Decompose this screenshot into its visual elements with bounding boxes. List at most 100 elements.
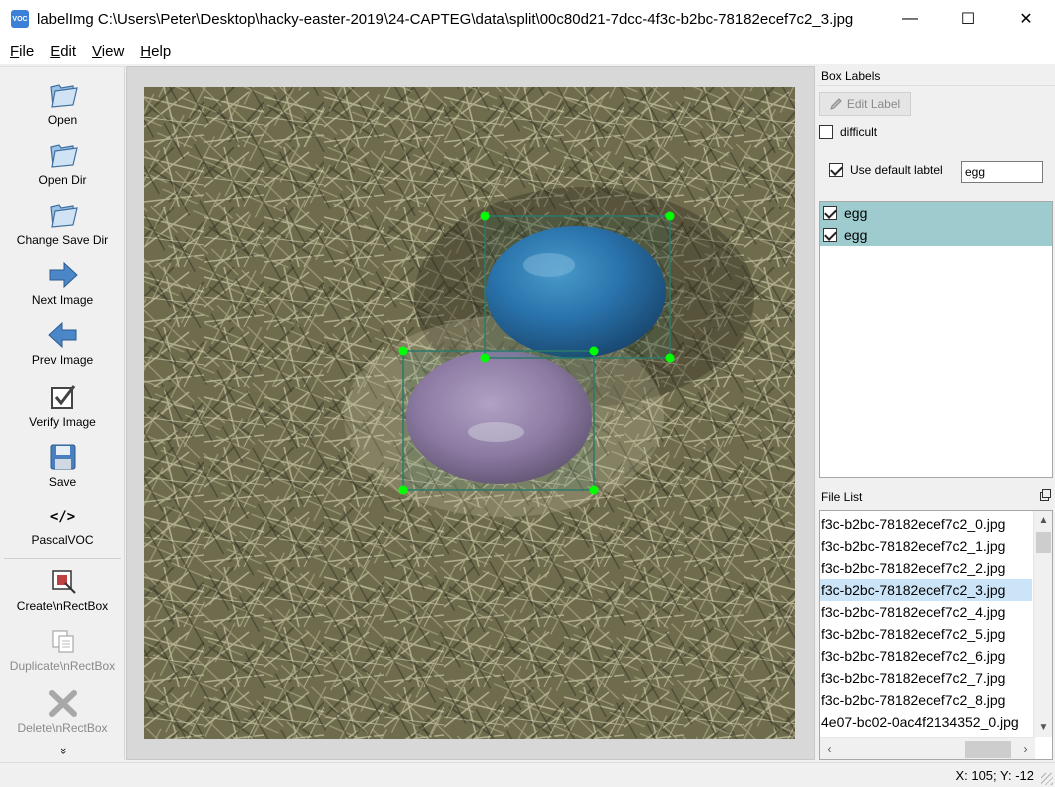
label-list-item[interactable]: egg [820, 202, 1052, 224]
label-list[interactable]: egg egg [819, 201, 1053, 478]
bounding-box-egg-1[interactable] [484, 215, 671, 359]
menu-edit[interactable]: Edit [42, 43, 84, 60]
maximize-button[interactable]: ☐ [939, 0, 997, 38]
toolbar-separator [4, 558, 121, 559]
folder-open-icon [49, 144, 78, 168]
use-default-label-checkbox[interactable]: Use default labtel [829, 163, 943, 177]
duplicate-rectbox-label: Duplicate\nRectBox [9, 659, 116, 673]
file-list[interactable]: f3c-b2bc-78182ecef7c2_0.jpg f3c-b2bc-781… [819, 510, 1053, 760]
file-list-item[interactable]: f3c-b2bc-78182ecef7c2_0.jpg [820, 513, 1032, 535]
open-dir-button[interactable]: Open Dir [0, 139, 125, 187]
menu-file[interactable]: File [2, 43, 42, 60]
handle [589, 485, 599, 495]
default-label-input[interactable] [961, 161, 1043, 183]
change-save-dir-button[interactable]: Change Save Dir [0, 199, 125, 247]
file-list-item[interactable]: f3c-b2bc-78182ecef7c2_6.jpg [820, 645, 1032, 667]
file-list-title: File List [817, 486, 1055, 508]
window-title: labelImg C:\Users\Peter\Desktop\hacky-ea… [37, 10, 854, 28]
handle [589, 346, 599, 356]
delete-rectbox-button[interactable]: Delete\nRectBox [0, 687, 125, 735]
create-rectbox-button[interactable]: Create\nRectBox [0, 565, 125, 613]
nest-photo [144, 87, 795, 739]
file-list-item[interactable]: f3c-b2bc-78182ecef7c2_7.jpg [820, 667, 1032, 689]
file-list-rows: f3c-b2bc-78182ecef7c2_0.jpg f3c-b2bc-781… [820, 513, 1032, 733]
handle [480, 353, 490, 363]
title-bar: VOC labelImg C:\Users\Peter\Desktop\hack… [0, 0, 1055, 38]
duplicate-rectbox-button[interactable]: Duplicate\nRectBox [0, 625, 125, 673]
delete-x-icon [48, 690, 77, 717]
open-button[interactable]: Open [0, 79, 125, 127]
vertical-scrollbar[interactable]: ▲ ▼ [1033, 511, 1052, 737]
label-checkbox[interactable] [823, 228, 837, 242]
use-default-label-checkbox-box[interactable] [829, 163, 843, 177]
bounding-box-egg-2[interactable] [402, 350, 595, 491]
use-default-label-text: Use default labtel [850, 163, 943, 177]
copy-icon [52, 630, 73, 653]
edit-label-text: Edit Label [846, 97, 901, 111]
folder-open-icon [49, 84, 78, 108]
scroll-down-icon[interactable]: ▼ [1034, 718, 1052, 737]
format-toggle-button[interactable]: </> PascalVOC [0, 505, 125, 547]
horizontal-scrollbar[interactable]: ‹ › [820, 737, 1035, 759]
save-button[interactable]: Save [0, 441, 125, 489]
scroll-left-icon[interactable]: ‹ [820, 738, 839, 759]
label-text: egg [844, 227, 868, 243]
image-canvas[interactable] [126, 66, 815, 760]
pencil-icon [830, 98, 842, 110]
right-dock: Box Labels Edit Label difficult Use defa… [817, 66, 1055, 760]
difficult-label: difficult [840, 125, 878, 139]
resize-grip-icon[interactable] [1041, 773, 1053, 785]
handle [398, 346, 408, 356]
horizontal-scroll-thumb[interactable] [965, 741, 1011, 758]
undock-icon[interactable] [1040, 489, 1051, 501]
format-label: PascalVOC [31, 533, 94, 547]
menu-help[interactable]: Help [132, 43, 179, 60]
difficult-checkbox-box[interactable] [819, 125, 833, 139]
close-button[interactable]: ✕ [997, 0, 1055, 38]
handle [398, 485, 408, 495]
file-list-item-selected[interactable]: f3c-b2bc-78182ecef7c2_3.jpg [820, 579, 1032, 601]
file-list-item[interactable]: f3c-b2bc-78182ecef7c2_8.jpg [820, 689, 1032, 711]
file-list-item[interactable]: f3c-b2bc-78182ecef7c2_4.jpg [820, 601, 1032, 623]
file-list-item[interactable]: 4e07-bc02-0ac4f2134352_0.jpg [820, 711, 1032, 733]
handle [665, 353, 675, 363]
vertical-scroll-thumb[interactable] [1036, 532, 1051, 553]
menu-view[interactable]: View [84, 43, 132, 60]
next-image-button[interactable]: Next Image [0, 259, 125, 307]
toolbar: Open Open Dir Change Save Dir Next Image… [0, 66, 125, 760]
label-list-item[interactable]: egg [820, 224, 1052, 246]
file-list-item[interactable]: f3c-b2bc-78182ecef7c2_2.jpg [820, 557, 1032, 579]
scroll-right-icon[interactable]: › [1016, 738, 1035, 759]
open-label: Open [47, 113, 78, 127]
folder-open-icon [49, 204, 78, 228]
arrow-left-icon [47, 321, 76, 349]
prev-image-label: Prev Image [31, 353, 94, 367]
toolbar-more-icon[interactable]: » [57, 745, 69, 757]
handle [480, 211, 490, 221]
verify-image-button[interactable]: Verify Image [0, 381, 125, 429]
file-list-item[interactable]: f3c-b2bc-78182ecef7c2_5.jpg [820, 623, 1032, 645]
open-dir-label: Open Dir [38, 173, 87, 187]
box-labels-title: Box Labels [817, 66, 1055, 86]
verify-image-label: Verify Image [29, 415, 96, 429]
save-label: Save [48, 475, 77, 489]
photo-svg [144, 87, 795, 739]
label-checkbox[interactable] [823, 206, 837, 220]
prev-image-button[interactable]: Prev Image [0, 319, 125, 367]
floppy-disk-icon [50, 444, 75, 470]
menu-bar: File Edit View Help [0, 38, 1055, 64]
window-controls: — ☐ ✕ [881, 0, 1055, 38]
edit-label-button[interactable]: Edit Label [819, 92, 911, 116]
scroll-up-icon[interactable]: ▲ [1034, 511, 1052, 530]
draw-rect-icon [51, 570, 76, 594]
create-rectbox-label: Create\nRectBox [16, 599, 109, 613]
code-icon: </> [49, 509, 76, 525]
handle [665, 211, 675, 221]
cursor-coordinates: X: 105; Y: -12 [955, 768, 1034, 783]
difficult-checkbox[interactable]: difficult [819, 125, 877, 139]
change-save-dir-label: Change Save Dir [16, 233, 109, 247]
label-text: egg [844, 205, 868, 221]
minimize-button[interactable]: — [881, 0, 939, 38]
file-list-item[interactable]: f3c-b2bc-78182ecef7c2_1.jpg [820, 535, 1032, 557]
app-icon: VOC [11, 10, 29, 28]
